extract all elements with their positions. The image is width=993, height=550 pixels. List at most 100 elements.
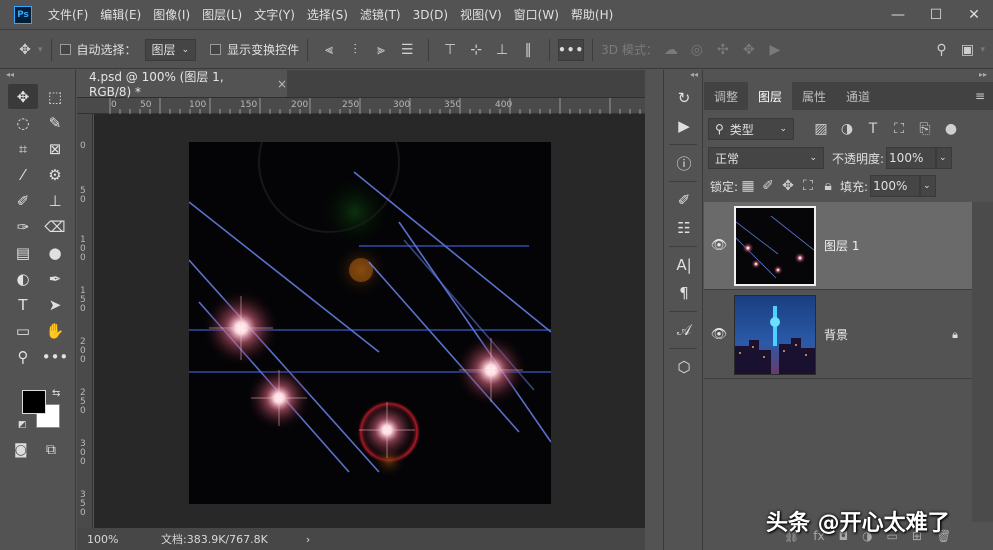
3d-orbit-icon[interactable]: ☁: [658, 42, 684, 58]
lock-artboard-icon[interactable]: ⛶: [798, 178, 818, 194]
menu-help[interactable]: 帮助(H): [565, 6, 619, 23]
default-colors-icon[interactable]: ◩: [18, 420, 27, 430]
menu-select[interactable]: 选择(S): [301, 6, 354, 23]
document-tab[interactable]: 4.psd @ 100% (图层 1, RGB/8) * ×: [77, 70, 287, 99]
align-right-icon[interactable]: ⫸: [368, 42, 394, 58]
align-middle-icon[interactable]: ⊹: [463, 42, 489, 58]
tools-panel-collapse[interactable]: ◂◂: [0, 70, 75, 84]
panel-menu-icon[interactable]: ≡: [975, 82, 993, 110]
3d-panel-icon[interactable]: ⬡: [664, 353, 704, 381]
menu-file[interactable]: 文件(F): [42, 6, 94, 23]
eyedropper-tool-icon[interactable]: ⁄: [8, 162, 38, 187]
paragraph-panel-icon[interactable]: ¶: [664, 279, 704, 307]
auto-select-target-dropdown[interactable]: 图层 ⌄: [144, 38, 197, 61]
brush-settings-icon[interactable]: ✐: [664, 186, 704, 214]
dock-collapse[interactable]: ◂◂: [664, 70, 702, 84]
tab-layers[interactable]: 图层: [748, 82, 793, 110]
search-icon[interactable]: ⚲: [928, 42, 954, 58]
close-button[interactable]: ✕: [955, 7, 993, 23]
workspace-icon[interactable]: ▣: [954, 42, 980, 58]
fill-input[interactable]: 100%: [870, 175, 921, 197]
zoom-tool-icon[interactable]: ⚲: [8, 344, 38, 369]
lock-pixels-icon[interactable]: ✐: [758, 178, 778, 194]
history-panel-icon[interactable]: ↻: [664, 84, 704, 112]
lock-position-icon[interactable]: ✥: [778, 178, 798, 194]
filter-smart-object-icon[interactable]: ⎘: [912, 121, 938, 137]
info-panel-icon[interactable]: ⓘ: [664, 149, 704, 177]
stamp-tool-icon[interactable]: ⊥: [40, 188, 70, 213]
filter-adjustment-icon[interactable]: ◑: [834, 121, 860, 137]
blur-tool-icon[interactable]: ●: [40, 240, 70, 265]
visibility-eye-icon[interactable]: 👁︎: [704, 327, 734, 342]
crop-tool-icon[interactable]: ⌗: [8, 136, 38, 161]
layers-scrollbar[interactable]: [972, 202, 993, 522]
more-options-button[interactable]: •••: [558, 38, 585, 61]
document-canvas[interactable]: [189, 142, 551, 504]
filter-pixel-icon[interactable]: ▨: [808, 121, 834, 137]
marquee-tool-icon[interactable]: ⬚: [40, 84, 70, 109]
brush-tool-icon[interactable]: ✐: [8, 188, 38, 213]
hand-tool-icon[interactable]: ✋: [40, 318, 70, 343]
filter-toggle-icon[interactable]: ●: [938, 121, 964, 137]
menu-window[interactable]: 窗口(W): [508, 6, 565, 23]
lasso-tool-icon[interactable]: ◌: [8, 110, 38, 135]
show-transform-checkbox[interactable]: [210, 44, 222, 55]
status-menu-arrow[interactable]: ›: [306, 533, 310, 546]
layer-name[interactable]: 背景: [824, 326, 848, 343]
move-tool-preset-icon[interactable]: ✥: [12, 42, 38, 58]
zoom-level[interactable]: 100%: [87, 533, 161, 546]
align-bottom-icon[interactable]: ⊥: [489, 42, 515, 58]
character-panel-icon[interactable]: A|: [664, 251, 704, 279]
tab-channels[interactable]: 通道: [836, 82, 880, 110]
quick-mask-icon[interactable]: ◙: [14, 442, 28, 458]
fill-slider-toggle[interactable]: ⌄: [920, 175, 937, 197]
edit-toolbar-icon[interactable]: •••: [40, 344, 70, 369]
opacity-input[interactable]: 100%: [886, 147, 937, 169]
type-tool-icon[interactable]: T: [8, 292, 38, 317]
align-left-icon[interactable]: ⫷: [316, 42, 342, 58]
lock-transparent-icon[interactable]: ▦: [738, 178, 758, 194]
3d-camera-icon[interactable]: ▶: [762, 42, 788, 58]
menu-view[interactable]: 视图(V): [454, 6, 508, 23]
horizontal-ruler[interactable]: 0 50 100 150 200 250 300 350 400: [77, 98, 645, 114]
eraser-tool-icon[interactable]: ⌫: [40, 214, 70, 239]
history-brush-icon[interactable]: ✑: [8, 214, 38, 239]
menu-layer[interactable]: 图层(L): [196, 6, 248, 23]
swap-colors-icon[interactable]: ⇆: [52, 388, 60, 399]
dodge-tool-icon[interactable]: ◐: [8, 266, 38, 291]
filter-shape-icon[interactable]: ⛶: [886, 121, 912, 137]
glyphs-panel-icon[interactable]: 𝒜: [664, 316, 704, 344]
lock-all-icon[interactable]: 🔒︎: [818, 178, 838, 194]
menu-image[interactable]: 图像(I): [147, 6, 196, 23]
3d-roll-icon[interactable]: ◎: [684, 42, 710, 58]
blend-mode-dropdown[interactable]: 正常 ⌄: [708, 147, 824, 169]
3d-slide-icon[interactable]: ✥: [736, 42, 762, 58]
pen-tool-icon[interactable]: ✒: [40, 266, 70, 291]
move-tool-icon[interactable]: ✥: [8, 84, 38, 109]
menu-type[interactable]: 文字(Y): [248, 6, 301, 23]
panel-collapse[interactable]: ▸▸: [979, 70, 987, 79]
menu-3d[interactable]: 3D(D): [407, 8, 454, 22]
minimize-button[interactable]: —: [879, 7, 917, 23]
adjustments-sliders-icon[interactable]: ☷: [664, 214, 704, 242]
quick-select-tool-icon[interactable]: ✎: [40, 110, 70, 135]
align-center-icon[interactable]: ⫶: [342, 42, 368, 58]
layer-row[interactable]: 👁︎ 背景 🔒︎: [704, 291, 972, 379]
menu-edit[interactable]: 编辑(E): [94, 6, 147, 23]
chevron-down-icon[interactable]: ▾: [38, 45, 43, 55]
opacity-slider-toggle[interactable]: ⌄: [936, 147, 953, 169]
layer-name[interactable]: 图层 1: [824, 237, 859, 254]
shape-tool-icon[interactable]: ▭: [8, 318, 38, 343]
3d-pan-icon[interactable]: ✣: [710, 42, 736, 58]
menu-filter[interactable]: 滤镜(T): [354, 6, 407, 23]
path-select-icon[interactable]: ➤: [40, 292, 70, 317]
close-tab-icon[interactable]: ×: [277, 77, 287, 91]
patch-tool-icon[interactable]: ⚙: [40, 162, 70, 187]
tab-adjustments[interactable]: 调整: [704, 82, 748, 110]
screen-mode-icon[interactable]: ⧉: [46, 442, 56, 458]
distribute-vertical-icon[interactable]: ‖: [515, 42, 541, 58]
tab-properties[interactable]: 属性: [792, 82, 836, 110]
actions-panel-icon[interactable]: ▶: [664, 112, 704, 140]
filter-kind-dropdown[interactable]: ⚲ 类型 ⌄: [708, 118, 794, 140]
layer-row[interactable]: 👁︎ 图层 1: [704, 202, 972, 290]
